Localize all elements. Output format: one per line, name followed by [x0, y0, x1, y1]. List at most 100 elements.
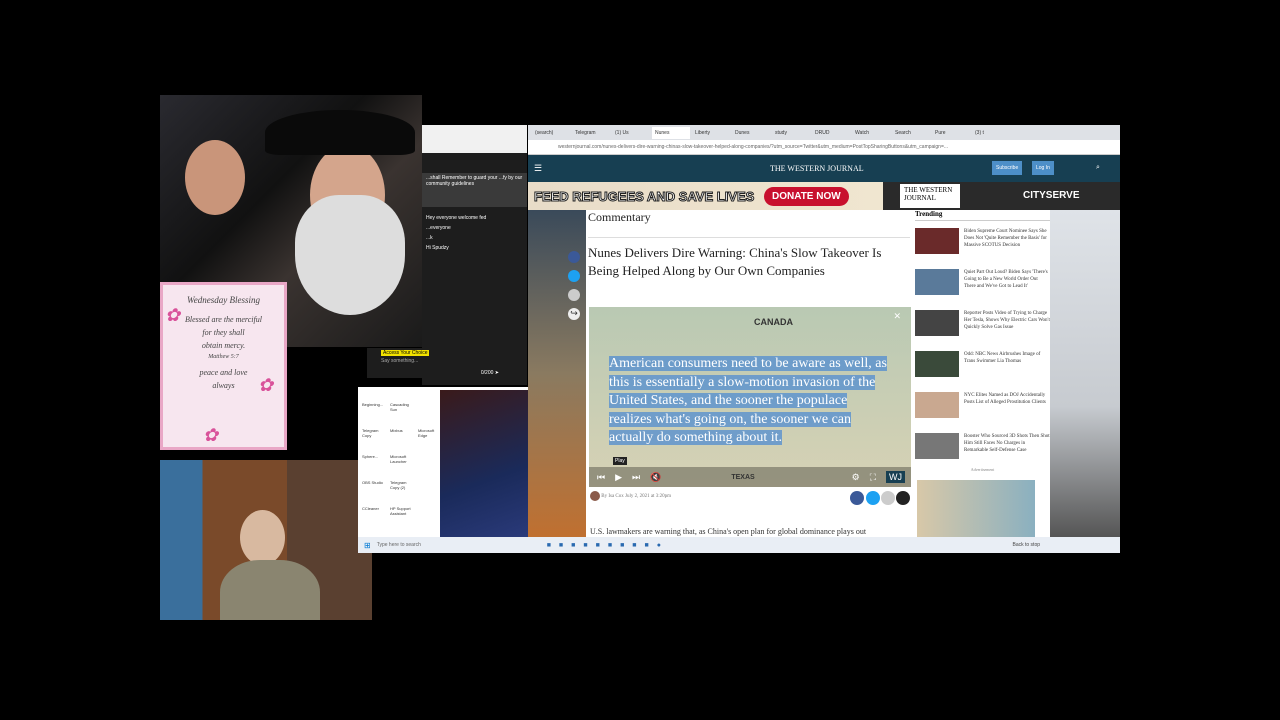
tab[interactable]: (3) t: [972, 127, 1010, 139]
close-icon[interactable]: ✕: [893, 311, 901, 322]
tab[interactable]: Liberty: [692, 127, 730, 139]
trending-item[interactable]: Booster Who Sourced 3D Shots Then Shot H…: [915, 433, 1050, 467]
card-line: for they shall: [202, 328, 245, 337]
flower-icon: ✿: [203, 425, 219, 445]
site-logo[interactable]: THE WESTERN JOURNAL: [770, 164, 864, 173]
address-bar[interactable]: westernjournal.com/nunes-delivers-dire-w…: [528, 140, 1120, 155]
partner-logo: CITYSERVE: [1023, 190, 1080, 201]
live-chat-panel: ...shall Remember to guard your ...fy by…: [367, 125, 527, 385]
taskbar-apps: ■■■■■■■■■●: [546, 541, 669, 549]
chat-pinned: ...shall Remember to guard your ...fy by…: [422, 173, 527, 207]
facebook-icon[interactable]: [850, 491, 865, 505]
facebook-share-icon[interactable]: [568, 251, 580, 263]
trending-item[interactable]: NYC Elites Named as DOJ Accidentally Pos…: [915, 392, 1050, 426]
site-header: ☰ THE WESTERN JOURNAL Subscribe Log In ⌕: [528, 155, 1120, 182]
trending-item[interactable]: Quiet Part Out Loud? Biden Says 'There's…: [915, 269, 1050, 303]
windows-start-icon[interactable]: ⊞: [364, 541, 371, 550]
desktop-icon[interactable]: Telegram Copy (2): [390, 480, 416, 496]
trending-item[interactable]: Odd: NBC News Airbrushes Image of Trans …: [915, 351, 1050, 385]
video-controls: ⏮ ▶ ⏭ 🔇 TEXAS Play ⚙ ⛶ WJ: [589, 457, 911, 487]
author-avatar: [590, 491, 600, 501]
twitter-share-icon[interactable]: [568, 270, 580, 282]
desktop-icon[interactable]: Sphere...: [362, 454, 388, 470]
forward-share-icon[interactable]: ↪: [568, 308, 580, 320]
desktop-icon[interactable]: Beginning...: [362, 402, 388, 418]
trending-sidebar: Trending Biden Supreme Court Nominee Say…: [915, 210, 1050, 537]
flag-wallpaper: [440, 390, 528, 537]
send-icon[interactable]: ➤: [495, 370, 499, 376]
map-label: CANADA: [754, 317, 793, 327]
subscribe-button[interactable]: Subscribe: [992, 161, 1023, 175]
tab[interactable]: Search: [892, 127, 930, 139]
video-caption: American consumers need to be aware as w…: [609, 356, 887, 445]
map-label: TEXAS: [731, 473, 755, 481]
fullscreen-icon[interactable]: ⛶: [870, 472, 876, 483]
desktop-icon[interactable]: CCleaner: [362, 506, 388, 522]
article-title: Nunes Delivers Dire Warning: China's Slo…: [588, 237, 910, 280]
banner-headline: FEED REFUGEES AND SAVE LIVES: [533, 189, 755, 205]
tab[interactable]: Telegram: [572, 127, 610, 139]
article: Commentary Nunes Delivers Dire Warning: …: [588, 210, 910, 280]
blessing-card: Wednesday Blessing Blessed are the merci…: [160, 282, 287, 450]
tab[interactable]: Pure: [932, 127, 970, 139]
desktop-icon[interactable]: OBS Studio: [362, 480, 388, 496]
byline: By Isa Cox July 2, 2021 at 3:20pm: [590, 491, 910, 507]
donation-banner[interactable]: FEED REFUGEES AND SAVE LIVES DONATE NOW …: [528, 182, 1120, 210]
article-category[interactable]: Commentary: [588, 210, 910, 225]
tab[interactable]: DRUD: [812, 127, 850, 139]
search-icon[interactable]: ⌕: [1096, 164, 1100, 172]
desktop-icon[interactable]: Microsoft Launcher: [390, 454, 416, 470]
trending-item[interactable]: Reporter Posts Video of Trying to Charge…: [915, 310, 1050, 344]
flower-icon: ✿: [258, 375, 274, 395]
trending-item[interactable]: Biden Supreme Court Nominee Says She Doe…: [915, 228, 1050, 262]
login-button[interactable]: Log In: [1032, 161, 1054, 175]
tab[interactable]: (search): [532, 127, 570, 139]
share-icon[interactable]: [896, 491, 910, 505]
previous-icon[interactable]: ⏮: [597, 472, 605, 483]
card-title: Wednesday Blessing: [187, 295, 260, 305]
chat-message: Hey everyone welcome fed: [426, 215, 487, 221]
byline-text: By Isa Cox July 2, 2021 at 3:20pm: [601, 494, 671, 500]
settings-icon[interactable]: ⚙: [852, 472, 860, 483]
desktop-icon[interactable]: HP Support Assistant: [390, 506, 416, 522]
tab-active[interactable]: Nunes: [652, 126, 690, 139]
tab[interactable]: (1) Us: [612, 127, 650, 139]
background-image: [1050, 210, 1120, 537]
card-line: obtain mercy.: [201, 341, 246, 350]
desktop-icon[interactable]: Mixbus: [390, 428, 416, 444]
article-body: U.S. lawmakers are warning that, as Chin…: [590, 527, 867, 536]
webcam-overlay: [160, 460, 372, 620]
tab[interactable]: Dunes: [732, 127, 770, 139]
desktop-icon[interactable]: Cascading Sun: [390, 402, 416, 418]
play-tooltip: Play: [613, 457, 627, 465]
menu-icon[interactable]: ☰: [534, 163, 542, 174]
wj-logo-icon: WJ: [886, 471, 905, 483]
browser-window: (search) Telegram (1) Us Nunes Liberty D…: [528, 125, 1120, 537]
next-icon[interactable]: ⏭: [632, 472, 640, 483]
taskbar-status: Back to stop: [1012, 542, 1040, 548]
card-line: Blessed are the merciful: [185, 315, 262, 324]
advertisement[interactable]: [917, 480, 1035, 537]
tab-bar: (search) Telegram (1) Us Nunes Liberty D…: [528, 125, 1120, 140]
banner-logo: THE WESTERN JOURNAL: [900, 184, 960, 208]
flower-icon: ✿: [165, 305, 181, 325]
char-counter: 0/200: [480, 370, 494, 376]
video-player[interactable]: CANADA American consumers need to be awa…: [589, 307, 911, 487]
chat-input[interactable]: Say something...: [381, 358, 513, 364]
chat-message: ...everyone: [426, 225, 451, 231]
email-icon[interactable]: [880, 491, 895, 505]
email-share-icon[interactable]: [568, 289, 580, 301]
desktop-icon[interactable]: Telegram Copy: [362, 428, 388, 444]
tab[interactable]: Watch: [852, 127, 890, 139]
chat-message: Hi Spudzy: [426, 245, 449, 251]
twitter-icon[interactable]: [865, 491, 880, 505]
chat-header: [422, 125, 527, 153]
taskbar-search[interactable]: Type here to search: [377, 542, 507, 548]
chat-message: ...k: [426, 235, 433, 241]
tab[interactable]: study: [772, 127, 810, 139]
donate-button[interactable]: DONATE NOW: [764, 187, 849, 206]
ad-label: Advertisement: [970, 467, 995, 472]
play-icon[interactable]: ▶: [615, 472, 622, 483]
mute-icon[interactable]: 🔇: [650, 472, 661, 483]
taskbar: ⊞ Type here to search ■■■■■■■■■● Back to…: [358, 537, 1120, 553]
